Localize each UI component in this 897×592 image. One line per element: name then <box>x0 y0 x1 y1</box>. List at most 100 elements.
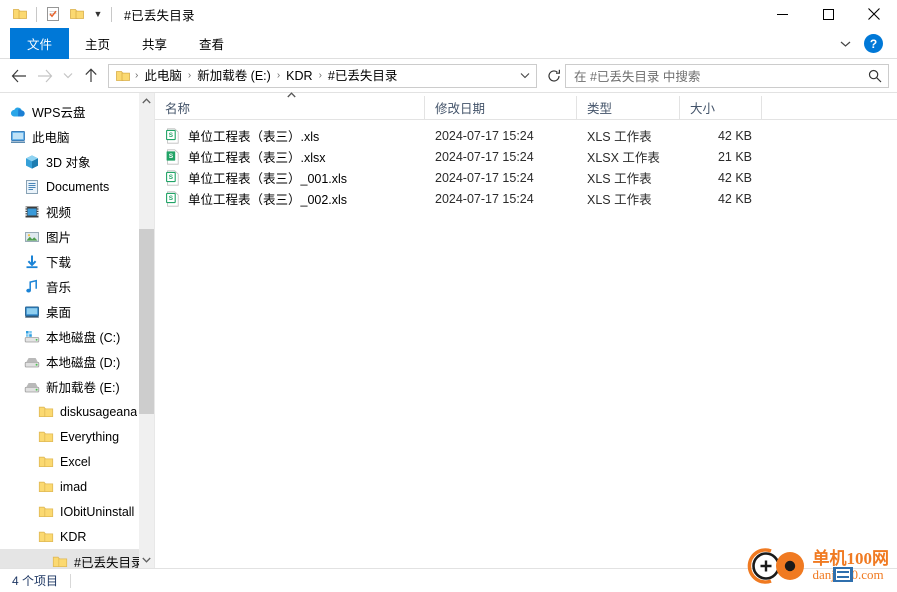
column-header-date[interactable]: 修改日期 <box>425 96 577 119</box>
sidebar-item-label: 图片 <box>46 231 72 245</box>
status-divider <box>70 573 72 588</box>
folder-icon <box>38 429 54 445</box>
scrollbar-thumb[interactable] <box>139 229 154 414</box>
sidebar-item-5[interactable]: 图片 <box>0 224 154 249</box>
address-bar: › 此电脑 › 新加载卷 (E:) › KDR › #已丢失目录 在 #已丢失目… <box>0 59 897 92</box>
xls-file-icon: S <box>165 127 181 144</box>
file-type-cell: XLS 工作表 <box>587 172 652 186</box>
tab-home[interactable]: 主页 <box>69 28 126 59</box>
svg-text:S: S <box>169 132 174 139</box>
downloads-icon <box>24 254 40 270</box>
sidebar-item-2[interactable]: 3D 对象 <box>0 149 154 174</box>
recent-locations-button[interactable] <box>58 63 78 89</box>
help-icon[interactable]: ? <box>864 34 883 53</box>
sidebar-item-13[interactable]: Everything <box>0 424 154 449</box>
breadcrumb-item-1[interactable]: 新加载卷 (E:) <box>192 66 276 86</box>
maximize-button[interactable] <box>805 0 851 28</box>
search-icon[interactable] <box>866 69 884 83</box>
sidebar-item-11[interactable]: 新加载卷 (E:) <box>0 374 154 399</box>
column-header-name[interactable]: 名称 <box>155 92 425 119</box>
sidebar-item-0[interactable]: WPS云盘 <box>0 99 154 124</box>
drive-icon <box>24 379 40 395</box>
sidebar-item-9[interactable]: 本地磁盘 (C:) <box>0 324 154 349</box>
breadcrumb-item-3[interactable]: #已丢失目录 <box>323 66 402 86</box>
file-name-label: 单位工程表（表三）_002.xls <box>188 193 348 207</box>
file-size-cell: 42 KB <box>717 128 752 143</box>
file-name-cell[interactable]: S 单位工程表（表三）.xlsx <box>155 147 425 166</box>
column-header-filler <box>762 96 897 119</box>
sidebar-item-1[interactable]: 此电脑 <box>0 124 154 149</box>
chevron-down-icon[interactable] <box>834 33 856 55</box>
svg-text:S: S <box>169 195 174 202</box>
file-date-cell: 2024-07-17 15:24 <box>435 170 534 185</box>
pictures-icon <box>24 229 40 245</box>
window-controls <box>759 0 897 28</box>
navigation-scrollbar[interactable] <box>139 93 154 568</box>
column-header-name-label: 名称 <box>165 102 191 116</box>
scroll-down-icon[interactable] <box>139 552 154 568</box>
file-name-cell[interactable]: S 单位工程表（表三）_001.xls <box>155 168 425 187</box>
sidebar-item-12[interactable]: diskusageana <box>0 399 154 424</box>
table-row[interactable]: S 单位工程表（表三）_002.xls 2024-07-17 15:24 XLS 工作… <box>155 188 897 209</box>
sidebar-item-7[interactable]: 音乐 <box>0 274 154 299</box>
tab-share[interactable]: 共享 <box>126 28 183 59</box>
minimize-button[interactable] <box>759 0 805 28</box>
sidebar-item-label: IObitUninstall <box>60 504 135 519</box>
toolbar-divider-1 <box>36 6 37 22</box>
properties-icon[interactable] <box>41 3 65 25</box>
back-button[interactable] <box>6 63 32 89</box>
folder-icon <box>38 479 54 495</box>
folder-icon[interactable] <box>8 3 32 25</box>
up-button[interactable] <box>78 63 104 89</box>
file-date-cell: 2024-07-17 15:24 <box>435 149 534 164</box>
sidebar-item-8[interactable]: 桌面 <box>0 299 154 324</box>
file-type-cell: XLS 工作表 <box>587 193 652 207</box>
desktop-icon <box>24 304 40 320</box>
sidebar-item-17[interactable]: KDR <box>0 524 154 549</box>
sidebar-item-14[interactable]: Excel <box>0 449 154 474</box>
breadcrumb-item-0[interactable]: 此电脑 <box>139 66 187 86</box>
sidebar-item-label: Everything <box>60 429 120 444</box>
sidebar-item-4[interactable]: 视频 <box>0 199 154 224</box>
sidebar-item-16[interactable]: IObitUninstall <box>0 499 154 524</box>
tab-file[interactable]: 文件 <box>10 28 70 59</box>
sidebar-item-3[interactable]: Documents <box>0 174 154 199</box>
file-name-cell[interactable]: S 单位工程表（表三）_002.xls <box>155 189 425 208</box>
table-row[interactable]: S 单位工程表（表三）.xlsx 2024-07-17 15:24 XLSX 工作表 2… <box>155 146 897 167</box>
scroll-up-icon[interactable] <box>139 93 154 109</box>
folder-icon <box>38 454 54 470</box>
table-row[interactable]: S 单位工程表（表三）_001.xls 2024-07-17 15:24 XLS 工作… <box>155 167 897 188</box>
file-type-cell: XLSX 工作表 <box>587 151 660 165</box>
scrollbar-track[interactable] <box>139 109 154 552</box>
breadcrumb-dropdown-icon[interactable] <box>516 72 534 79</box>
file-explorer-window: ▼ #已丢失目录 文件 主页 共享 查看 ? › 此电脑 › 新加载卷 (E:)… <box>0 0 897 592</box>
refresh-button[interactable] <box>543 64 565 88</box>
quick-access-dropdown-icon[interactable]: ▼ <box>89 3 107 25</box>
svg-text:S: S <box>169 174 174 181</box>
close-button[interactable] <box>851 0 897 28</box>
file-size-cell: 42 KB <box>717 170 752 185</box>
breadcrumb[interactable]: › 此电脑 › 新加载卷 (E:) › KDR › #已丢失目录 <box>108 63 537 88</box>
file-name-cell[interactable]: S 单位工程表（表三）.xls <box>155 126 425 145</box>
column-header-type[interactable]: 类型 <box>577 96 680 119</box>
search-input[interactable]: 在 #已丢失目录 中搜索 <box>565 63 889 88</box>
new-folder-icon[interactable] <box>65 3 89 25</box>
breadcrumb-item-2[interactable]: KDR <box>281 66 317 86</box>
file-name-label: 单位工程表（表三）.xls <box>188 130 320 144</box>
table-row[interactable]: S 单位工程表（表三）.xls 2024-07-17 15:24 XLS 工作表 42 … <box>155 125 897 146</box>
sidebar-item-label: #已丢失目录 <box>74 556 144 568</box>
column-header-size[interactable]: 大小 <box>680 96 762 119</box>
svg-text:S: S <box>169 153 174 160</box>
sidebar-item-15[interactable]: imad <box>0 474 154 499</box>
tab-view[interactable]: 查看 <box>183 28 240 59</box>
sidebar-item-label: 桌面 <box>46 306 72 320</box>
sidebar-item-18[interactable]: #已丢失目录 <box>0 549 154 568</box>
folder-icon <box>52 554 68 569</box>
forward-button[interactable] <box>32 63 58 89</box>
sidebar-item-10[interactable]: 本地磁盘 (D:) <box>0 349 154 374</box>
sidebar-item-label: 本地磁盘 (C:) <box>46 331 121 345</box>
sidebar-item-label: KDR <box>60 529 87 544</box>
search-placeholder: 在 #已丢失目录 中搜索 <box>574 70 701 84</box>
sidebar-item-6[interactable]: 下载 <box>0 249 154 274</box>
sidebar-item-label: imad <box>60 479 88 494</box>
